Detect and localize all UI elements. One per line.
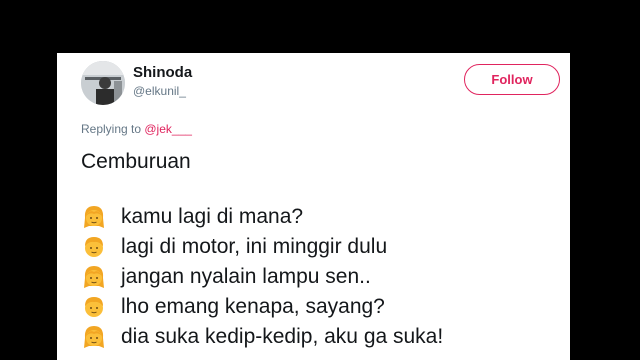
line-text: lho emang kenapa, sayang? [121, 295, 385, 318]
tweet-line: dia suka kedip-kedip, aku ga suka! [81, 322, 443, 352]
author-name[interactable]: Shinoda [133, 64, 192, 81]
line-text: lagi di motor, ini minggir dulu [121, 235, 388, 258]
boy-emoji-icon [85, 297, 103, 317]
girl-emoji-icon [84, 206, 104, 228]
tweet-lines: kamu lagi di mana? lagi di motor, ini mi… [81, 202, 443, 352]
line-text: jangan nyalain lampu sen.. [121, 265, 371, 288]
boy-emoji-icon [85, 237, 103, 257]
mention-link[interactable]: @jek___ [144, 122, 192, 136]
girl-emoji-icon [84, 326, 104, 348]
tweet-line: lagi di motor, ini minggir dulu [81, 232, 443, 262]
follow-button[interactable]: Follow [464, 64, 560, 95]
girl-emoji-icon [84, 266, 104, 288]
avatar[interactable] [81, 61, 125, 105]
tweet-line: lho emang kenapa, sayang? [81, 292, 443, 322]
tweet-title: Cemburuan [81, 150, 191, 173]
line-text: kamu lagi di mana? [121, 205, 304, 228]
author-handle[interactable]: @elkunil_ [133, 84, 186, 98]
replying-to: Replying to @jek___ [81, 122, 192, 136]
tweet-card: Shinoda @elkunil_ Follow Replying to @je… [57, 53, 570, 360]
line-text: dia suka kedip-kedip, aku ga suka! [121, 325, 444, 348]
tweet-line: kamu lagi di mana? [81, 202, 443, 232]
replying-to-label: Replying to [81, 122, 145, 136]
tweet-line: jangan nyalain lampu sen.. [81, 262, 443, 292]
page: { "tweet": { "author_name": "Shinoda", "… [0, 0, 640, 360]
